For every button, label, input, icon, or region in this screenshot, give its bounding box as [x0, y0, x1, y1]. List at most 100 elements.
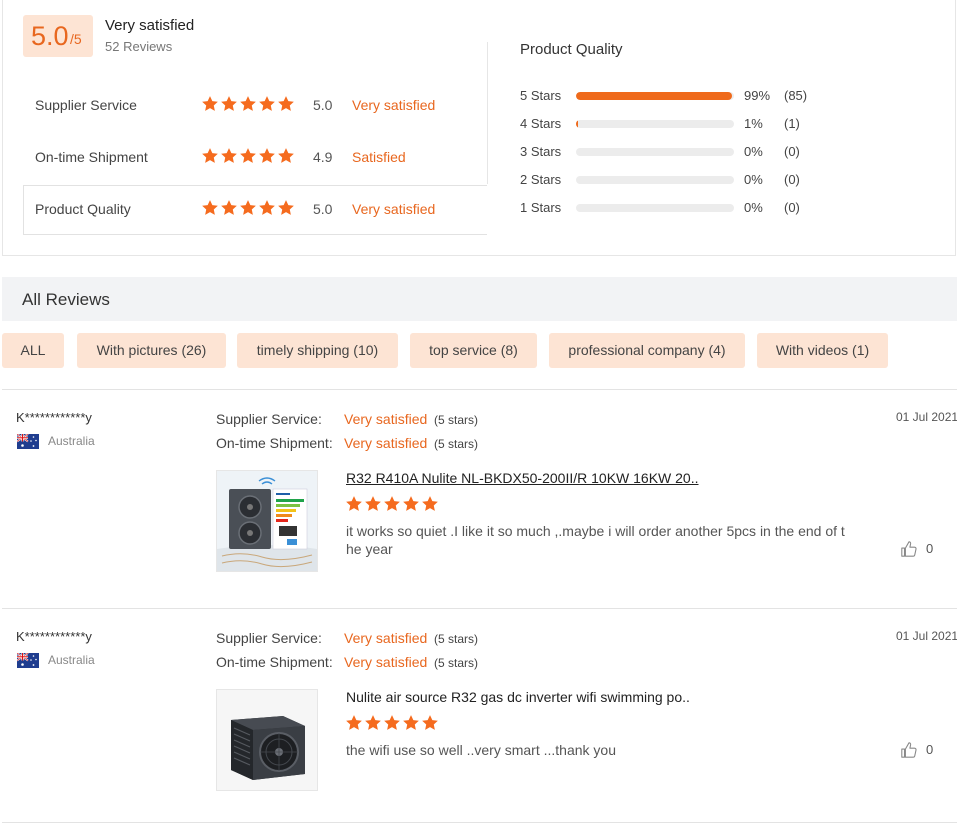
star-icon	[201, 95, 219, 113]
product-thumbnail[interactable]	[216, 470, 318, 572]
metric-label: On-time Shipment	[35, 149, 148, 165]
star-icon	[201, 199, 219, 217]
distribution-percent: 0%	[744, 172, 763, 187]
supplier-service-value: Very satisfied	[344, 411, 428, 427]
all-reviews-header: All Reviews	[2, 277, 957, 321]
divider	[2, 389, 957, 390]
supplier-service-label: Supplier Service:	[216, 630, 322, 646]
heat-pump-wifi-image	[217, 471, 317, 571]
star-icon	[402, 714, 420, 732]
metric-score: 4.9	[313, 149, 333, 165]
distribution-label: 5 Stars	[520, 88, 562, 103]
shipment-value: Very satisfied	[344, 435, 428, 451]
star-icon	[258, 95, 276, 113]
review-star-rating	[345, 714, 440, 732]
supplier-service-stars: (5 stars)	[434, 413, 479, 427]
shipment-value: Very satisfied	[344, 654, 428, 670]
distribution-bar-fill	[576, 120, 578, 128]
metric-supplier-service[interactable]: Supplier Service 5.0 Very satisfied	[23, 81, 487, 131]
star-icon	[364, 714, 382, 732]
divider	[2, 822, 957, 823]
shipment-stars: (5 stars)	[434, 437, 479, 451]
star-icon	[277, 147, 295, 165]
distribution-title: Product Quality	[520, 41, 623, 58]
supplier-service-label: Supplier Service:	[216, 411, 322, 427]
star-icon	[239, 95, 257, 113]
product-thumbnail[interactable]	[216, 689, 318, 791]
filter-with-videos[interactable]: With videos (1)	[757, 333, 888, 368]
distribution-bar-track	[576, 148, 734, 156]
thumbs-up-icon	[900, 540, 918, 558]
metric-status: Satisfied	[352, 149, 406, 165]
product-link[interactable]: R32 R410A Nulite NL-BKDX50-200II/R 10KW …	[346, 470, 699, 486]
distribution-label: 2 Stars	[520, 172, 562, 187]
distribution-label: 1 Stars	[520, 200, 562, 215]
distribution-count: (85)	[784, 88, 808, 103]
star-icon	[421, 495, 439, 513]
metric-label: Product Quality	[35, 201, 131, 217]
distribution-count: (0)	[784, 144, 800, 159]
metric-product-quality[interactable]: Product Quality 5.0 Very satisfied	[23, 185, 487, 235]
metric-status: Very satisfied	[352, 97, 436, 113]
star-icon	[220, 95, 238, 113]
review-star-rating	[345, 495, 440, 513]
distribution-bar-track	[576, 120, 734, 128]
distribution-label: 3 Stars	[520, 144, 562, 159]
star-icon	[364, 495, 382, 513]
overall-score: 5.0	[31, 21, 69, 51]
filter-top-service[interactable]: top service (8)	[410, 333, 537, 368]
review-date: 01 Jul 2021	[896, 410, 957, 424]
supplier-service-value: Very satisfied	[344, 630, 428, 646]
thumbs-up-icon	[900, 741, 918, 759]
distribution-bar-track	[576, 204, 734, 212]
rating-summary: 5.0 /5 Very satisfied 52 Reviews Supplie…	[0, 0, 957, 258]
star-icon	[383, 495, 401, 513]
filter-professional-company[interactable]: professional company (4)	[549, 333, 745, 368]
reviewer-name: K************y	[16, 410, 92, 425]
overall-score-badge: 5.0 /5	[23, 15, 93, 57]
product-link[interactable]: Nulite air source R32 gas dc inverter wi…	[346, 689, 690, 705]
reviewer-country: Australia	[48, 434, 95, 448]
review-date: 01 Jul 2021	[896, 629, 957, 643]
filter-timely-shipping[interactable]: timely shipping (10)	[237, 333, 398, 368]
metric-status: Very satisfied	[352, 201, 436, 217]
distribution-percent: 1%	[744, 116, 763, 131]
review-count: 52 Reviews	[105, 39, 173, 54]
star-icon	[239, 199, 257, 217]
overall-score-suffix: /5	[70, 31, 82, 47]
shipment-stars: (5 stars)	[434, 656, 479, 670]
metric-on-time-shipment[interactable]: On-time Shipment 4.9 Satisfied	[23, 133, 487, 183]
overall-label: Very satisfied	[105, 17, 195, 34]
star-icon	[345, 495, 363, 513]
star-icon	[277, 95, 295, 113]
distribution-count: (0)	[784, 172, 800, 187]
star-icon	[383, 714, 401, 732]
star-icon	[258, 147, 276, 165]
star-icon	[239, 147, 257, 165]
star-rating	[201, 147, 296, 165]
supplier-service-stars: (5 stars)	[434, 632, 479, 646]
like-count: 0	[926, 541, 934, 556]
review-text: the wifi use so well ..very smart ...tha…	[346, 742, 616, 758]
star-rating	[201, 199, 296, 217]
filter-all[interactable]: ALL	[2, 333, 64, 368]
australia-flag-icon	[17, 434, 39, 449]
reviewer-name: K************y	[16, 629, 92, 644]
star-icon	[201, 147, 219, 165]
distribution-bar-track	[576, 92, 734, 100]
filter-with-pictures[interactable]: With pictures (26)	[77, 333, 226, 368]
star-rating	[201, 95, 296, 113]
shipment-label: On-time Shipment:	[216, 435, 333, 451]
review-text: it works so quiet .I like it so much ,.m…	[346, 523, 845, 557]
star-icon	[220, 199, 238, 217]
distribution-count: (1)	[784, 116, 800, 131]
like-button[interactable]: 0	[900, 540, 940, 560]
metric-score: 5.0	[313, 97, 333, 113]
metric-score: 5.0	[313, 201, 333, 217]
distribution-bar-track	[576, 176, 734, 184]
like-button[interactable]: 0	[900, 741, 940, 761]
review-card: K************y Australia Supplier Servic…	[0, 410, 957, 590]
metric-label: Supplier Service	[35, 97, 137, 113]
distribution-bar-fill	[576, 92, 733, 100]
review-card: K************y Australia Supplier Servic…	[0, 629, 957, 809]
